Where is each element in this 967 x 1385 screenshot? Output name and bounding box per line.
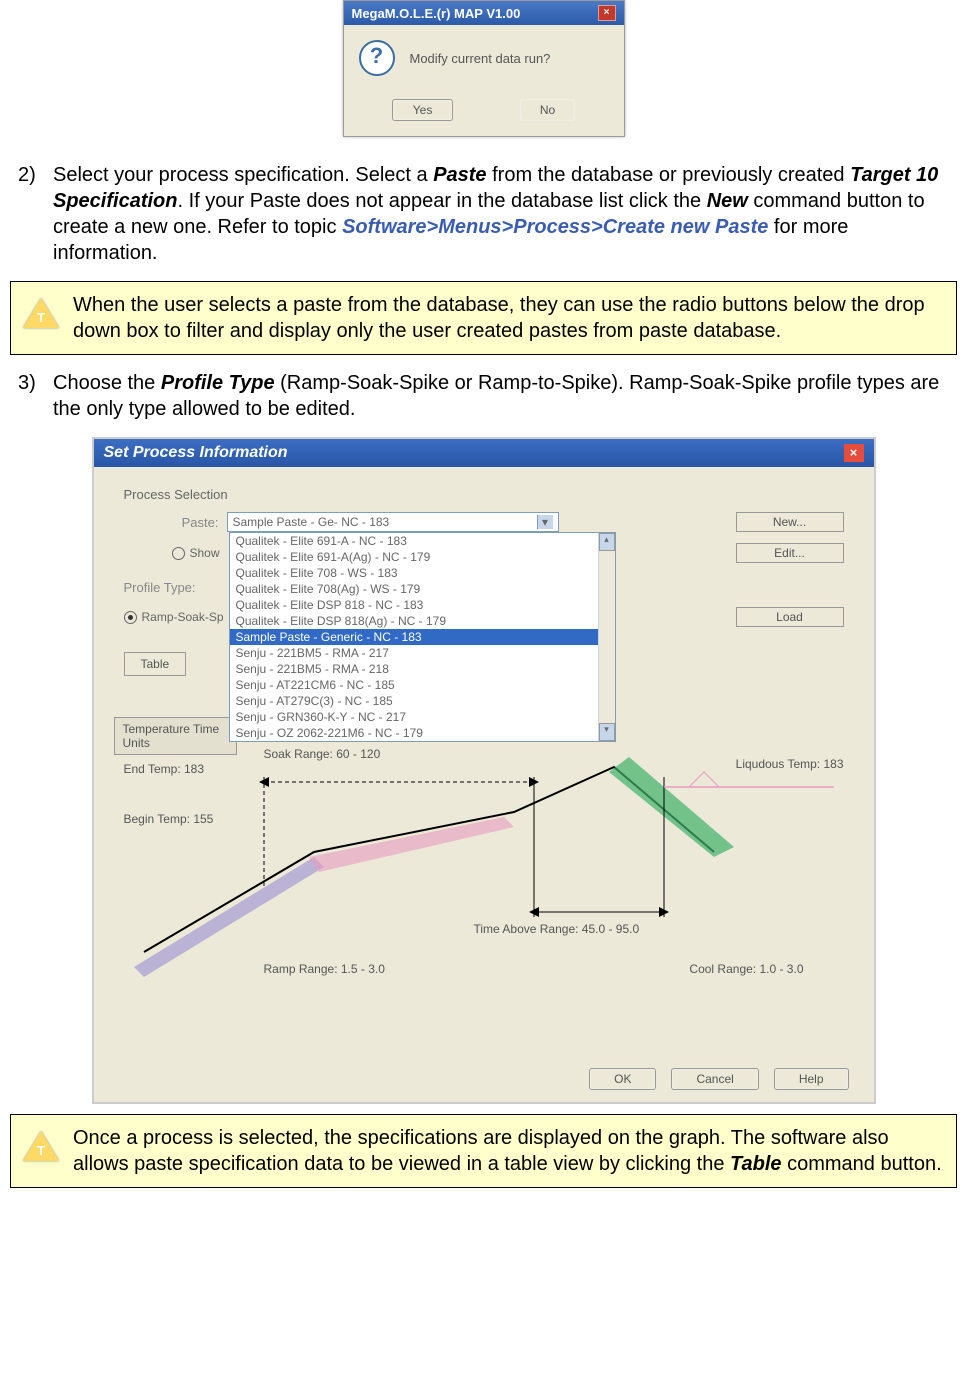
cool-range-label: Cool Range: 1.0 - 3.0	[689, 962, 803, 976]
modify-dialog: MegaM.O.L.E.(r) MAP V1.00 × ? Modify cur…	[343, 0, 625, 137]
new-button[interactable]: New...	[736, 512, 844, 532]
note-text: When the user selects a paste from the d…	[73, 292, 944, 344]
step-number: 3)	[18, 370, 53, 422]
dialog-message: Modify current data run?	[410, 51, 551, 66]
dialog-title: MegaM.O.L.E.(r) MAP V1.00	[352, 6, 521, 21]
set-process-dialog: Set Process Information × Process Select…	[92, 437, 876, 1104]
load-button[interactable]: Load	[736, 607, 844, 627]
tip-icon	[27, 1135, 55, 1159]
note-text: Once a process is selected, the specific…	[73, 1125, 944, 1177]
step-number: 2)	[18, 162, 53, 266]
chevron-down-icon[interactable]: ▾	[537, 515, 553, 529]
dialog-title: Set Process Information	[104, 444, 288, 462]
scroll-up-icon[interactable]: ▴	[599, 533, 615, 551]
list-item[interactable]: Qualitek - Elite 708(Ag) - WS - 179	[230, 581, 615, 597]
begin-temp-label: Begin Temp: 155	[124, 812, 214, 826]
profile-graph: End Temp: 183 Begin Temp: 155 Soak Range…	[114, 757, 854, 987]
edit-button[interactable]: Edit...	[736, 543, 844, 563]
dialog-titlebar: Set Process Information ×	[94, 439, 874, 467]
list-item-selected[interactable]: Sample Paste - Generic - NC - 183	[230, 629, 615, 645]
paste-dropdown-list[interactable]: Qualitek - Elite 691-A - NC - 183 Qualit…	[229, 532, 616, 742]
cancel-button[interactable]: Cancel	[671, 1068, 758, 1090]
dialog-content: Process Selection Paste: Sample Paste - …	[94, 467, 874, 1102]
paste-dropdown[interactable]: Sample Paste - Ge- NC - 183 ▾	[227, 512, 559, 532]
dialog-titlebar: MegaM.O.L.E.(r) MAP V1.00 ×	[344, 1, 624, 25]
list-item[interactable]: Senju - OZ 2062-221M6 - NC - 179	[230, 725, 615, 741]
dialog-bottom-buttons: OK Cancel Help	[589, 1068, 848, 1090]
tip-note-2: Once a process is selected, the specific…	[10, 1114, 957, 1188]
list-item[interactable]: Qualitek - Elite 691-A(Ag) - NC - 179	[230, 549, 615, 565]
tip-icon	[27, 302, 55, 326]
no-button[interactable]: No	[520, 99, 575, 121]
step-text: Select your process specification. Selec…	[53, 162, 949, 266]
end-temp-label: End Temp: 183	[124, 762, 205, 776]
step-3: 3) Choose the Profile Type (Ramp-Soak-Sp…	[18, 370, 949, 422]
step-text: Choose the Profile Type (Ramp-Soak-Spike…	[53, 370, 949, 422]
ramp-range-label: Ramp Range: 1.5 - 3.0	[264, 962, 385, 976]
dialog-body: ? Modify current data run?	[344, 25, 624, 91]
list-item[interactable]: Qualitek - Elite 708 - WS - 183	[230, 565, 615, 581]
list-item[interactable]: Qualitek - Elite DSP 818(Ag) - NC - 179	[230, 613, 615, 629]
question-icon: ?	[359, 40, 395, 76]
list-item[interactable]: Senju - 221BM5 - RMA - 218	[230, 661, 615, 677]
tip-note-1: When the user selects a paste from the d…	[10, 281, 957, 355]
help-button[interactable]: Help	[774, 1068, 849, 1090]
table-button[interactable]: Table	[124, 652, 187, 676]
soak-range-label: Soak Range: 60 - 120	[264, 747, 381, 761]
list-item[interactable]: Qualitek - Elite DSP 818 - NC - 183	[230, 597, 615, 613]
paste-label: Paste:	[124, 515, 227, 530]
temperature-tab[interactable]: Temperature Time Units	[114, 717, 237, 755]
list-item[interactable]: Qualitek - Elite 691-A - NC - 183	[230, 533, 615, 549]
time-above-label: Time Above Range: 45.0 - 95.0	[474, 922, 640, 936]
list-item[interactable]: Senju - 221BM5 - RMA - 217	[230, 645, 615, 661]
ok-button[interactable]: OK	[589, 1068, 656, 1090]
dialog-buttons: Yes No	[344, 91, 624, 136]
liquidous-label: Liqudous Temp: 183	[736, 757, 844, 771]
step-2: 2) Select your process specification. Se…	[18, 162, 949, 266]
process-selection-label: Process Selection	[124, 487, 844, 502]
yes-button[interactable]: Yes	[392, 99, 454, 121]
create-paste-link[interactable]: Software>Menus>Process>Create new Paste	[342, 216, 768, 238]
show-radio[interactable]: Show	[172, 546, 220, 560]
scroll-down-icon[interactable]: ▾	[599, 723, 615, 741]
list-item[interactable]: Senju - GRN360-K-Y - NC - 217	[230, 709, 615, 725]
close-icon[interactable]: ×	[598, 5, 616, 21]
ramp-soak-spike-radio[interactable]: Ramp-Soak-Sp	[124, 610, 224, 624]
close-icon[interactable]: ×	[844, 444, 864, 462]
list-item[interactable]: Senju - AT279C(3) - NC - 185	[230, 693, 615, 709]
scrollbar[interactable]: ▴ ▾	[598, 533, 615, 741]
list-item[interactable]: Senju - AT221CM6 - NC - 185	[230, 677, 615, 693]
